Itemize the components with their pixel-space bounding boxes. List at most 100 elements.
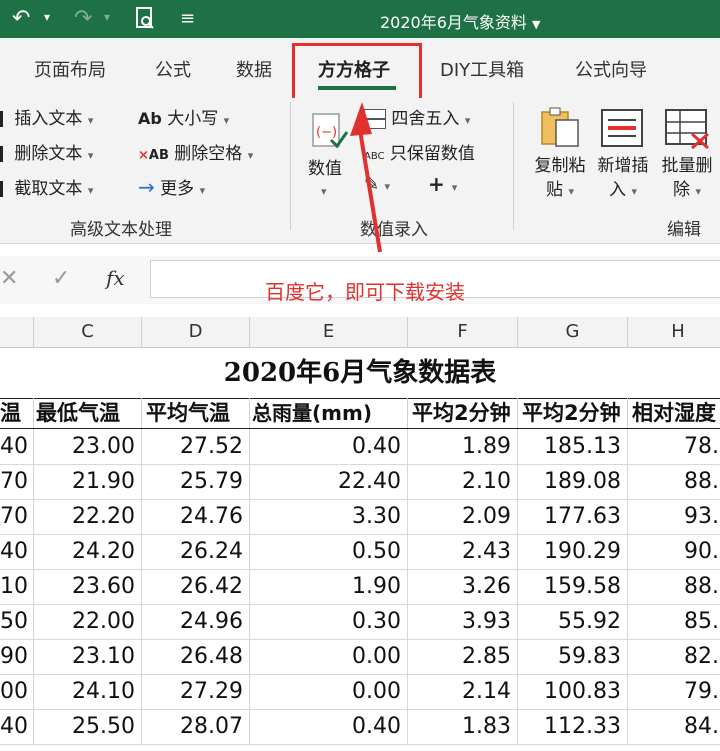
- table-cell[interactable]: 21.90: [34, 464, 142, 499]
- table-header-cell[interactable]: 最低气温: [34, 398, 142, 428]
- table-cell[interactable]: 22.00: [34, 604, 142, 639]
- table-cell[interactable]: 27.29: [142, 674, 250, 709]
- table-cell[interactable]: 22.40: [250, 464, 408, 499]
- table-cell[interactable]: 2.09: [408, 499, 518, 534]
- print-preview-icon[interactable]: [134, 6, 156, 37]
- table-header-cell[interactable]: 相对湿度: [628, 398, 720, 428]
- sheet-title[interactable]: 2020年6月气象数据表: [0, 348, 720, 399]
- table-cell[interactable]: 0.50: [250, 534, 408, 569]
- table-cell[interactable]: 3.30: [250, 499, 408, 534]
- copy-paste-icon[interactable]: [538, 104, 584, 155]
- batch-delete-button[interactable]: 批量删除 ▾: [657, 154, 717, 204]
- table-cell[interactable]: 00: [0, 674, 34, 709]
- confirm-icon[interactable]: ✓: [52, 266, 70, 291]
- table-cell[interactable]: 159.58: [518, 569, 628, 604]
- case-button[interactable]: Ab 大小写 ▾: [138, 104, 229, 129]
- redo-icon[interactable]: ↷: [74, 6, 92, 32]
- table-cell[interactable]: 28.07: [142, 709, 250, 744]
- table-cell[interactable]: 24.10: [34, 674, 142, 709]
- table-cell[interactable]: 50: [0, 604, 34, 639]
- undo-dropdown-icon[interactable]: ▾: [44, 10, 50, 24]
- undo-icon[interactable]: ↶: [12, 6, 30, 32]
- cancel-icon[interactable]: ✕: [0, 266, 18, 291]
- table-cell[interactable]: 177.63: [518, 499, 628, 534]
- tab-data[interactable]: 数据: [236, 56, 272, 82]
- tab-formula-wizard[interactable]: 公式向导: [575, 56, 647, 82]
- column-header-e[interactable]: E: [250, 317, 408, 347]
- table-cell[interactable]: 0.30: [250, 604, 408, 639]
- tab-page-layout[interactable]: 页面布局: [34, 56, 106, 82]
- table-cell[interactable]: 40: [0, 429, 34, 464]
- table-cell[interactable]: 84.: [628, 709, 720, 744]
- table-cell[interactable]: 23.10: [34, 639, 142, 674]
- table-cell[interactable]: 70: [0, 499, 34, 534]
- tab-formulas[interactable]: 公式: [155, 56, 191, 82]
- table-cell[interactable]: 112.33: [518, 709, 628, 744]
- table-cell[interactable]: 3.26: [408, 569, 518, 604]
- table-cell[interactable]: 2.85: [408, 639, 518, 674]
- column-header-c[interactable]: C: [34, 317, 142, 347]
- table-cell[interactable]: 100.83: [518, 674, 628, 709]
- value-dropdown-icon[interactable]: ▾: [321, 180, 327, 200]
- table-cell[interactable]: 2.43: [408, 534, 518, 569]
- table-cell[interactable]: 23.00: [34, 429, 142, 464]
- column-header-f[interactable]: F: [408, 317, 518, 347]
- table-cell[interactable]: 24.96: [142, 604, 250, 639]
- table-cell[interactable]: 59.83: [518, 639, 628, 674]
- batch-delete-icon[interactable]: [664, 104, 710, 155]
- table-cell[interactable]: 22.20: [34, 499, 142, 534]
- table-cell[interactable]: 0.40: [250, 709, 408, 744]
- table-header-cell[interactable]: 温（: [0, 398, 34, 428]
- table-cell[interactable]: 79.: [628, 674, 720, 709]
- customize-toolbar-icon[interactable]: ≡: [180, 6, 195, 32]
- redo-dropdown-icon[interactable]: ▾: [104, 10, 110, 24]
- table-cell[interactable]: 90.: [628, 534, 720, 569]
- table-cell[interactable]: 26.24: [142, 534, 250, 569]
- table-cell[interactable]: 1.83: [408, 709, 518, 744]
- tab-diy-toolbox[interactable]: DIY工具箱: [440, 56, 524, 82]
- insert-text-button[interactable]: 插入文本 ▾: [0, 104, 93, 129]
- table-header-cell[interactable]: 总雨量(mm): [250, 398, 408, 428]
- table-cell[interactable]: 10: [0, 569, 34, 604]
- table-cell[interactable]: 82.: [628, 639, 720, 674]
- table-cell[interactable]: 25.50: [34, 709, 142, 744]
- table-cell[interactable]: 0.00: [250, 674, 408, 709]
- table-cell[interactable]: 1.90: [250, 569, 408, 604]
- new-insert-icon[interactable]: [600, 104, 646, 155]
- table-cell[interactable]: 189.08: [518, 464, 628, 499]
- extract-text-button[interactable]: 截取文本 ▾: [0, 174, 93, 199]
- delete-space-button[interactable]: ×AB 删除空格 ▾: [138, 139, 253, 164]
- column-header-partial[interactable]: [0, 317, 34, 347]
- table-cell[interactable]: 24.20: [34, 534, 142, 569]
- table-cell[interactable]: 55.92: [518, 604, 628, 639]
- table-cell[interactable]: 0.00: [250, 639, 408, 674]
- column-header-g[interactable]: G: [518, 317, 628, 347]
- table-cell[interactable]: 88.: [628, 464, 720, 499]
- table-cell[interactable]: 0.40: [250, 429, 408, 464]
- table-cell[interactable]: 88.: [628, 569, 720, 604]
- table-cell[interactable]: 40: [0, 534, 34, 569]
- table-cell[interactable]: 26.48: [142, 639, 250, 674]
- new-insert-button[interactable]: 新增插入 ▾: [593, 154, 653, 204]
- table-cell[interactable]: 25.79: [142, 464, 250, 499]
- table-header-cell[interactable]: 平均2分钟: [518, 398, 628, 428]
- table-cell[interactable]: 185.13: [518, 429, 628, 464]
- table-cell[interactable]: 85.: [628, 604, 720, 639]
- table-cell[interactable]: 26.42: [142, 569, 250, 604]
- plus-button[interactable]: + ▾: [428, 172, 457, 196]
- delete-text-button[interactable]: 删除文本 ▾: [0, 139, 93, 164]
- table-header-cell[interactable]: 平均2分钟: [408, 398, 518, 428]
- table-cell[interactable]: 190.29: [518, 534, 628, 569]
- column-header-d[interactable]: D: [142, 317, 250, 347]
- table-cell[interactable]: 70: [0, 464, 34, 499]
- table-cell[interactable]: 23.60: [34, 569, 142, 604]
- table-cell[interactable]: 2.14: [408, 674, 518, 709]
- table-cell[interactable]: 24.76: [142, 499, 250, 534]
- copy-paste-button[interactable]: 复制粘贴 ▾: [530, 154, 590, 204]
- table-cell[interactable]: 93.: [628, 499, 720, 534]
- more-button[interactable]: → 更多 ▾: [138, 174, 205, 199]
- table-cell[interactable]: 2.10: [408, 464, 518, 499]
- table-cell[interactable]: 40: [0, 709, 34, 744]
- column-header-h[interactable]: H: [628, 317, 720, 347]
- table-cell[interactable]: 27.52: [142, 429, 250, 464]
